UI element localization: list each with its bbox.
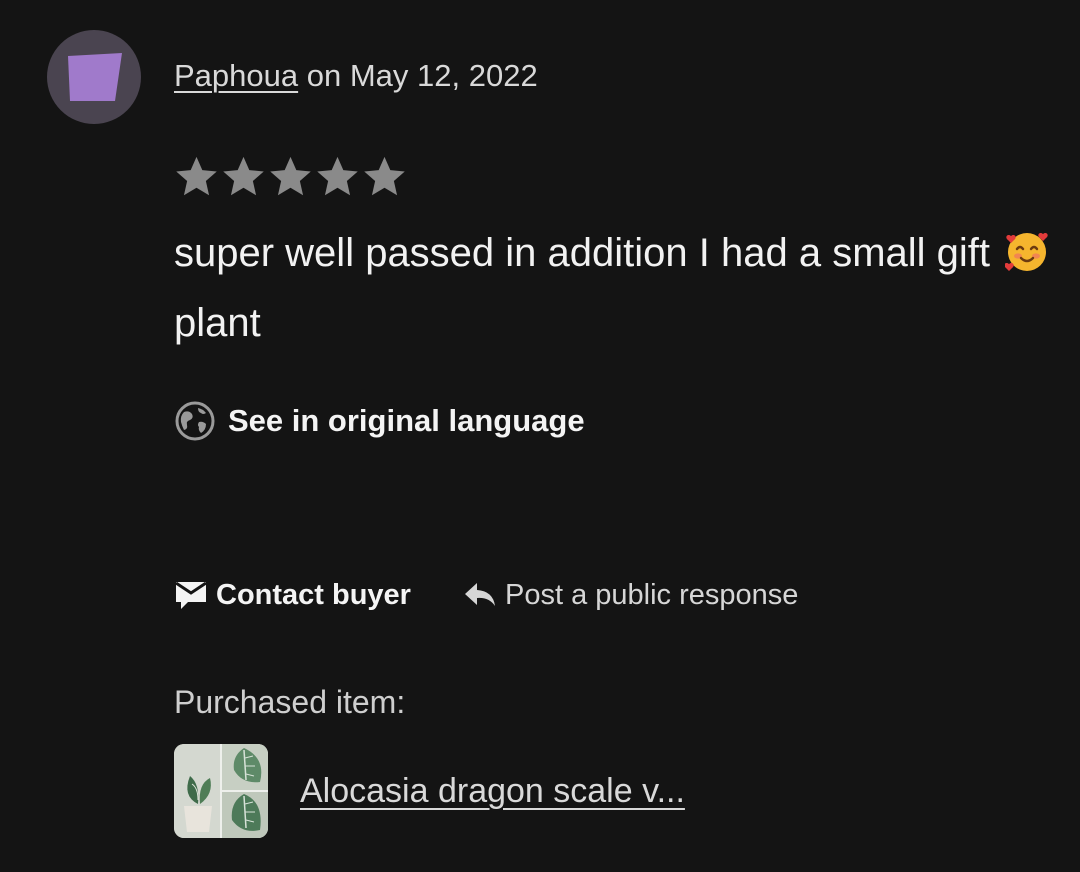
- contact-buyer-label: Contact buyer: [216, 578, 411, 611]
- avatar[interactable]: [47, 30, 141, 124]
- envelope-icon: [175, 581, 207, 609]
- globe-icon: [175, 401, 215, 441]
- post-public-response-button[interactable]: Post a public response: [463, 579, 798, 612]
- purchased-item-title[interactable]: Alocasia dragon scale v...: [300, 772, 685, 811]
- see-original-language-label: See in original language: [228, 403, 585, 438]
- star-icon: [317, 156, 358, 196]
- avatar-shape-icon: [68, 53, 122, 101]
- review-text-part-1: super well passed in addition I had a sm…: [174, 231, 991, 275]
- see-original-language-button[interactable]: See in original language: [174, 400, 585, 442]
- review-text-part-2: plant: [174, 301, 261, 345]
- contact-buyer-button[interactable]: Contact buyer: [174, 578, 411, 612]
- star-icon: [364, 156, 405, 196]
- star-icon: [223, 156, 264, 196]
- star-rating: [174, 154, 407, 199]
- reply-arrow-icon: [464, 583, 495, 606]
- purchased-item-link[interactable]: Alocasia dragon scale v...: [174, 744, 685, 838]
- reviewer-username-link[interactable]: Paphoua: [174, 58, 298, 93]
- review-text: super well passed in addition I had a sm…: [174, 222, 1054, 354]
- smiling-face-with-hearts-icon: [1004, 230, 1049, 292]
- item-thumbnail[interactable]: [174, 744, 268, 838]
- star-icon: [270, 156, 311, 196]
- star-icon: [176, 156, 217, 196]
- review-date: on May 12, 2022: [306, 58, 538, 93]
- review-meta: Paphoua on May 12, 2022: [174, 58, 538, 94]
- post-public-response-label: Post a public response: [504, 578, 799, 611]
- purchased-item-label: Purchased item:: [174, 684, 406, 720]
- review-actions: Contact buyer Post a public response: [174, 578, 798, 612]
